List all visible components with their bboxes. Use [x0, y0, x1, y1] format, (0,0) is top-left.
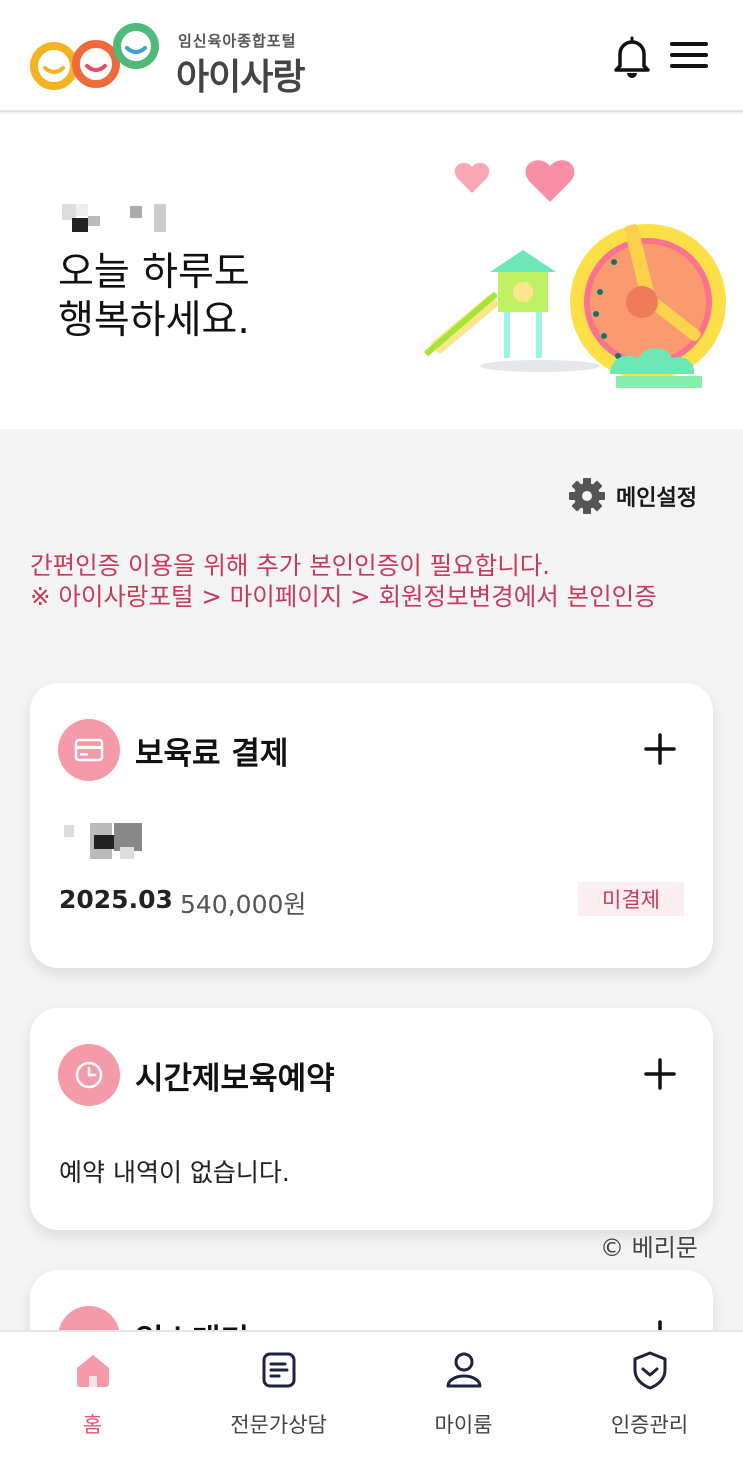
logo-title: 아이사랑: [176, 57, 305, 98]
main-settings-label: 메인설정: [616, 486, 697, 511]
payment-add-icon[interactable]: [640, 729, 680, 769]
reservation-empty-text: 예약 내역이 없습니다.: [59, 1158, 290, 1187]
user-name-blurred: [62, 204, 172, 232]
reservation-card[interactable]: 시간제보육예약 예약 내역이 없습니다.: [30, 1008, 713, 1230]
nav-auth-label: 인증관리: [610, 1413, 689, 1437]
gear-icon: [569, 478, 605, 514]
clock-icon: [58, 1044, 120, 1106]
bell-icon[interactable]: [612, 34, 652, 78]
nav-home[interactable]: 홈: [0, 1332, 185, 1463]
document-icon: [262, 1352, 296, 1388]
child-name-blurred: [64, 821, 154, 863]
playground-clock-illustration: [424, 160, 726, 388]
logo[interactable]: 임신육아종합포털 아이사랑: [28, 22, 328, 98]
logo-mark-icon: [30, 23, 159, 90]
hero-banner: 오늘 하루도 행복하세요.: [0, 114, 743, 429]
main-settings-button[interactable]: 메인설정: [568, 478, 697, 514]
hamburger-menu-icon[interactable]: [668, 36, 712, 76]
reservation-add-icon[interactable]: [640, 1054, 680, 1094]
app-header: 임신육아종합포털 아이사랑: [0, 0, 743, 112]
bottom-navigation: 홈 전문가상담 마이룸 인증관리: [0, 1330, 743, 1463]
nav-home-label: 홈: [82, 1413, 103, 1437]
payment-card[interactable]: 보육료 결제 2025.03 540,000원 미결제: [30, 683, 713, 968]
nav-consult[interactable]: 전문가상담: [186, 1332, 371, 1463]
nav-auth[interactable]: 인증관리: [557, 1332, 742, 1463]
home-icon: [77, 1355, 109, 1387]
card-icon: [58, 719, 120, 781]
shield-icon: [633, 1351, 667, 1390]
reservation-card-title: 시간제보육예약: [135, 1061, 335, 1097]
nav-myroom-label: 마이룸: [434, 1413, 493, 1437]
nav-consult-label: 전문가상담: [230, 1413, 327, 1437]
payment-amount: 540,000원: [180, 890, 307, 919]
payment-card-title: 보육료 결제: [135, 736, 289, 772]
payment-month: 2025.03: [59, 885, 173, 914]
auth-notice: 간편인증 이용을 위해 추가 본인인증이 필요합니다. ※ 아이사랑포털 > 마…: [30, 551, 657, 611]
person-icon: [446, 1352, 482, 1388]
payment-status-badge: 미결제: [578, 882, 684, 916]
greeting-text: 오늘 하루도 행복하세요.: [58, 250, 250, 343]
nav-myroom[interactable]: 마이룸: [371, 1332, 556, 1463]
watermark: © 베리문: [600, 1234, 698, 1262]
